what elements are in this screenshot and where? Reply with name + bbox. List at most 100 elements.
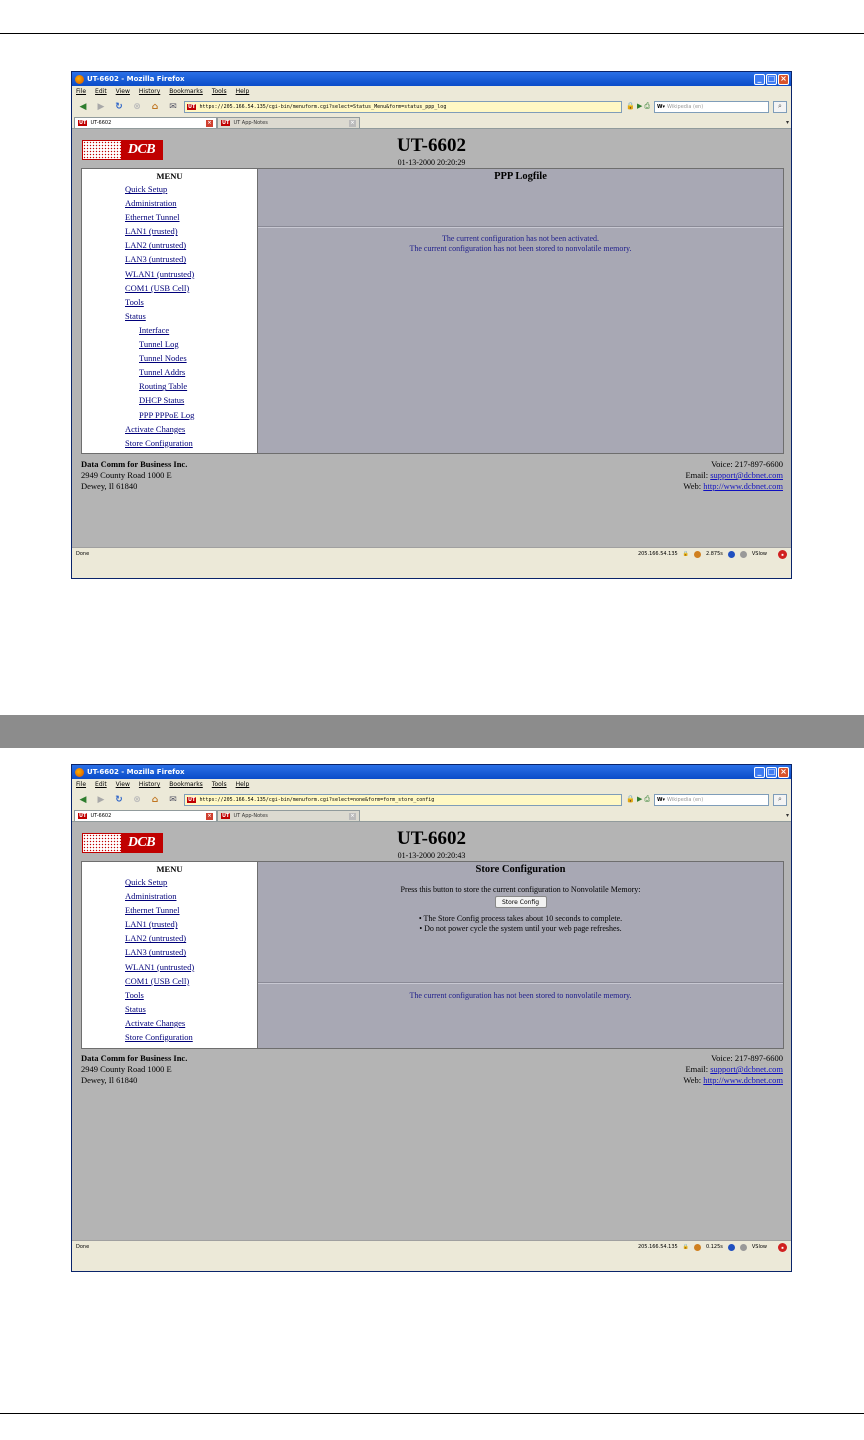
tab-close-icon[interactable]: × <box>349 812 356 820</box>
stop-icon[interactable]: ⊗ <box>130 793 144 807</box>
submenu-tunnel-log[interactable]: Tunnel Log <box>82 338 257 352</box>
back-arrow-icon[interactable]: ◀ <box>76 100 90 114</box>
menu-tools[interactable]: Tools <box>82 989 257 1003</box>
menu-edit[interactable]: Edit <box>95 781 107 788</box>
minimize-icon[interactable]: _ <box>754 766 765 778</box>
url-bar[interactable]: UT https://205.166.54.135/cgi-bin/menufo… <box>184 100 623 113</box>
email-link[interactable]: support@dcbnet.com <box>710 470 783 480</box>
menu-lan3[interactable]: LAN3 (untrusted) <box>82 253 257 267</box>
status-view: VSlow <box>751 551 767 557</box>
menu-store-configuration[interactable]: Store Configuration <box>82 1031 257 1045</box>
forward-arrow-icon[interactable]: ▶ <box>94 100 108 114</box>
stop-icon[interactable]: ⊗ <box>130 100 144 114</box>
forward-arrow-icon[interactable]: ▶ <box>94 793 108 807</box>
menu-ethernet-tunnel[interactable]: Ethernet Tunnel <box>82 904 257 918</box>
status-timing: 2.875s <box>705 551 723 557</box>
back-arrow-icon[interactable]: ◀ <box>76 793 90 807</box>
menu-view[interactable]: View <box>116 88 130 95</box>
tab-app-notes[interactable]: UT UT App-Notes × <box>217 810 360 821</box>
menu-help[interactable]: Help <box>236 781 250 788</box>
left-menu: MENU Quick Setup Administration Ethernet… <box>82 169 258 453</box>
menu-activate-changes[interactable]: Activate Changes <box>82 423 257 437</box>
tab-ut-6602[interactable]: UT UT-6602 × <box>74 810 217 821</box>
web-link[interactable]: http://www.dcbnet.com <box>703 1075 783 1085</box>
url-bar[interactable]: UT https://205.166.54.135/cgi-bin/menufo… <box>184 793 623 806</box>
submenu-interface[interactable]: Interface <box>82 324 257 338</box>
tab-close-icon[interactable]: × <box>206 812 213 820</box>
submenu-ppp-pppoe-log[interactable]: PPP PPPoE Log <box>82 409 257 423</box>
tab-list-arrow-icon[interactable]: ▾ <box>786 812 789 819</box>
menu-administration[interactable]: Administration <box>82 197 257 211</box>
menu-ethernet-tunnel[interactable]: Ethernet Tunnel <box>82 211 257 225</box>
menu-lan2[interactable]: LAN2 (untrusted) <box>82 932 257 946</box>
submenu-tunnel-addrs[interactable]: Tunnel Addrs <box>82 366 257 380</box>
menu-lan1[interactable]: LAN1 (trusted) <box>82 225 257 239</box>
search-input[interactable]: W▾ Wikipedia (en) <box>654 793 769 806</box>
status-addon-icon <box>727 550 735 558</box>
menu-administration[interactable]: Administration <box>82 890 257 904</box>
menu-quick-setup[interactable]: Quick Setup <box>82 183 257 197</box>
menu-edit[interactable]: Edit <box>95 88 107 95</box>
menu-history[interactable]: History <box>139 781 160 788</box>
menu-help[interactable]: Help <box>236 88 250 95</box>
reload-icon[interactable]: ↻ <box>112 793 126 807</box>
go-icon[interactable]: ▶ <box>637 795 642 804</box>
menu-tools[interactable]: Tools <box>212 88 227 95</box>
tab-ut-6602[interactable]: UT UT-6602 × <box>74 117 217 128</box>
menu-file[interactable]: File <box>76 781 86 788</box>
submenu-routing-table[interactable]: Routing Table <box>82 380 257 394</box>
menu-view[interactable]: View <box>116 781 130 788</box>
menu-lan3[interactable]: LAN3 (untrusted) <box>82 946 257 960</box>
search-icon[interactable]: ⌕ <box>773 100 787 113</box>
menu-com1[interactable]: COM1 (USB Cell) <box>82 975 257 989</box>
mail-icon[interactable]: ✉ <box>166 100 180 114</box>
menu-wlan1[interactable]: WLAN1 (untrusted) <box>82 268 257 282</box>
menu-bookmarks[interactable]: Bookmarks <box>169 88 203 95</box>
tab-close-icon[interactable]: × <box>349 119 356 127</box>
tab-close-icon[interactable]: × <box>206 119 213 127</box>
footer-voice: Voice: 217-897-6600 <box>711 1053 783 1063</box>
menu-wlan1[interactable]: WLAN1 (untrusted) <box>82 961 257 975</box>
menu-lan1[interactable]: LAN1 (trusted) <box>82 918 257 932</box>
minimize-icon[interactable]: _ <box>754 73 765 85</box>
menu-tools[interactable]: Tools <box>82 296 257 310</box>
menu-bookmarks[interactable]: Bookmarks <box>169 781 203 788</box>
status-stop-icon[interactable]: ⏹ <box>778 549 787 559</box>
tab-list-arrow-icon[interactable]: ▾ <box>786 119 789 126</box>
mail-icon[interactable]: ✉ <box>166 793 180 807</box>
menu-tools[interactable]: Tools <box>212 781 227 788</box>
menu-quick-setup[interactable]: Quick Setup <box>82 876 257 890</box>
print-icon[interactable]: ⎙ <box>644 795 650 804</box>
web-link[interactable]: http://www.dcbnet.com <box>703 481 783 491</box>
submenu-dhcp-status[interactable]: DHCP Status <box>82 394 257 408</box>
maximize-icon[interactable]: □ <box>766 766 777 778</box>
menu-lan2[interactable]: LAN2 (untrusted) <box>82 239 257 253</box>
menu-activate-changes[interactable]: Activate Changes <box>82 1017 257 1031</box>
wikipedia-icon: W▾ <box>657 103 666 110</box>
lock-icon[interactable]: 🔒 <box>626 102 635 111</box>
close-icon[interactable]: × <box>778 766 789 778</box>
lock-icon[interactable]: 🔒 <box>626 795 635 804</box>
menu-status[interactable]: Status <box>82 310 257 324</box>
tab-favicon: UT <box>78 120 88 126</box>
maximize-icon[interactable]: □ <box>766 73 777 85</box>
email-link[interactable]: support@dcbnet.com <box>710 1064 783 1074</box>
submenu-tunnel-nodes[interactable]: Tunnel Nodes <box>82 352 257 366</box>
search-icon[interactable]: ⌕ <box>773 793 787 806</box>
menu-store-configuration[interactable]: Store Configuration <box>82 437 257 451</box>
reload-icon[interactable]: ↻ <box>112 100 126 114</box>
home-icon[interactable]: ⌂ <box>148 100 162 114</box>
tab-app-notes[interactable]: UT UT App-Notes × <box>217 117 360 128</box>
status-stop-icon[interactable]: ⏹ <box>778 1242 787 1252</box>
store-config-button[interactable]: Store Config <box>494 896 547 908</box>
menu-file[interactable]: File <box>76 88 86 95</box>
menu-bar: File Edit View History Bookmarks Tools H… <box>72 779 791 790</box>
home-icon[interactable]: ⌂ <box>148 793 162 807</box>
menu-status[interactable]: Status <box>82 1003 257 1017</box>
close-icon[interactable]: × <box>778 73 789 85</box>
search-input[interactable]: W▾ Wikipedia (en) <box>654 100 769 113</box>
menu-history[interactable]: History <box>139 88 160 95</box>
go-icon[interactable]: ▶ <box>637 102 642 111</box>
menu-com1[interactable]: COM1 (USB Cell) <box>82 282 257 296</box>
print-icon[interactable]: ⎙ <box>644 102 650 111</box>
